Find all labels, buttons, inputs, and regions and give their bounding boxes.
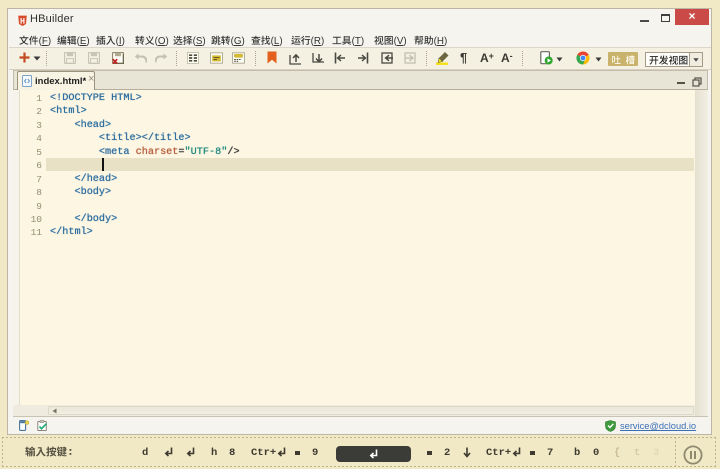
svg-text:(E): (E): [77, 36, 90, 47]
svg-text:(I): (I): [116, 36, 125, 47]
svg-text:(H): (H): [434, 36, 448, 47]
svg-text:(L): (L): [271, 36, 283, 47]
svg-text:(R): (R): [311, 36, 325, 47]
svg-text:(T): (T): [352, 36, 365, 47]
svg-text:(S): (S): [193, 36, 206, 47]
svg-text:(G): (G): [231, 36, 245, 47]
svg-text:(V): (V): [394, 36, 407, 47]
svg-text:(O): (O): [155, 36, 169, 47]
svg-text:(F): (F): [39, 36, 52, 47]
